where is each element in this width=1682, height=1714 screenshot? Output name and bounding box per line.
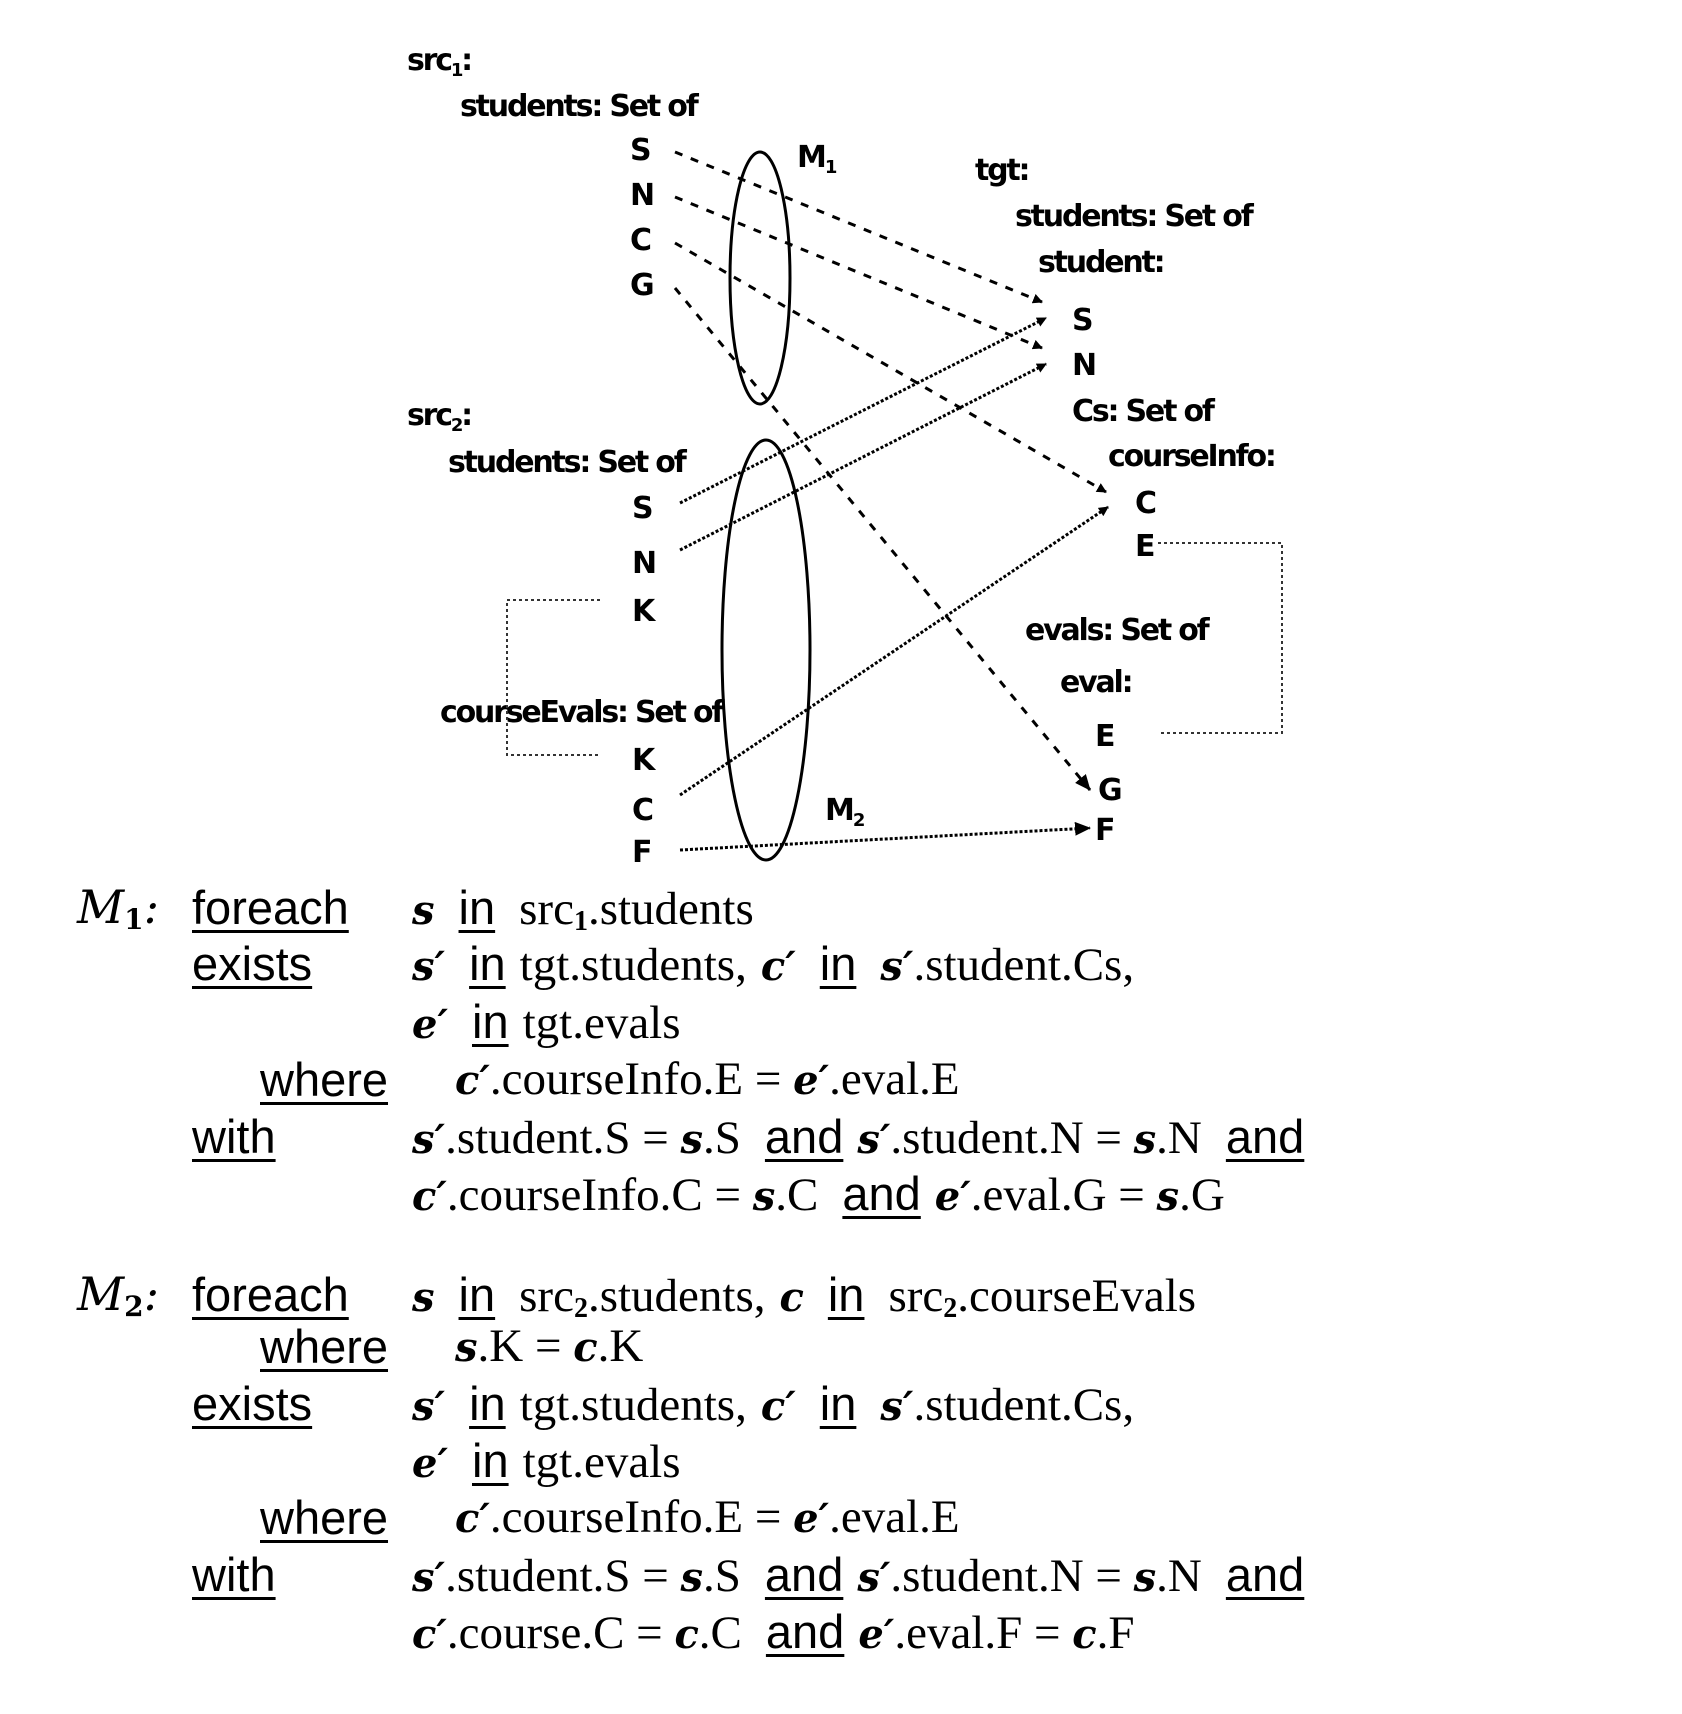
- m2-where-expr: c′.courseInfo.E = e′.eval.E: [455, 1491, 960, 1543]
- m2-exists-expr-2: e′ in tgt.evals: [412, 1434, 681, 1488]
- m1-with-keyword: with: [192, 1110, 276, 1163]
- m2-foreach-keyword: foreach: [192, 1268, 349, 1321]
- m1-where-expr: c′.courseInfo.E = e′.eval.E: [455, 1053, 960, 1105]
- m2-exists-keyword: exists: [192, 1377, 313, 1430]
- m1-where-keyword: where: [260, 1053, 389, 1106]
- m1-with-expr-1: s′.student.S = s.S and s′.student.N = s.N a…: [412, 1110, 1305, 1164]
- m1-foreach-expr: s in src1.students: [412, 881, 754, 937]
- m2-where-keyword: where: [260, 1491, 389, 1544]
- m2-with-expr-1: s′.student.S = s.S and s′.student.N = s.N a…: [412, 1548, 1305, 1602]
- m2-with-expr-2: c′.course.C = c.C and e′.eval.F = c.F: [412, 1605, 1135, 1659]
- m1-exists-keyword: exists: [192, 937, 313, 990]
- m2-name: M2:: [77, 1267, 160, 1323]
- m1-name: M1:: [77, 880, 160, 936]
- m2-where1-expr: s.K = c.K: [455, 1320, 644, 1372]
- m2-where1-keyword: where: [260, 1320, 389, 1373]
- m2-with-keyword: with: [192, 1548, 276, 1601]
- mapping-rules: M1: foreach s in src1.students exists s′ in…: [0, 0, 1682, 1714]
- m1-exists-expr-2: e′ in tgt.evals: [412, 995, 681, 1049]
- m2-foreach-expr: s in src2.students, c in src2.courseEvals: [412, 1268, 1197, 1324]
- m1-exists-expr-1: s′ in tgt.students, c′ in s′.student.Cs,: [412, 937, 1135, 991]
- m1-with-expr-2: c′.courseInfo.C = s.C and e′.eval.G = s.G: [412, 1167, 1225, 1221]
- m1-foreach-keyword: foreach: [192, 881, 349, 934]
- m2-exists-expr-1: s′ in tgt.students, c′ in s′.student.Cs,: [412, 1377, 1135, 1431]
